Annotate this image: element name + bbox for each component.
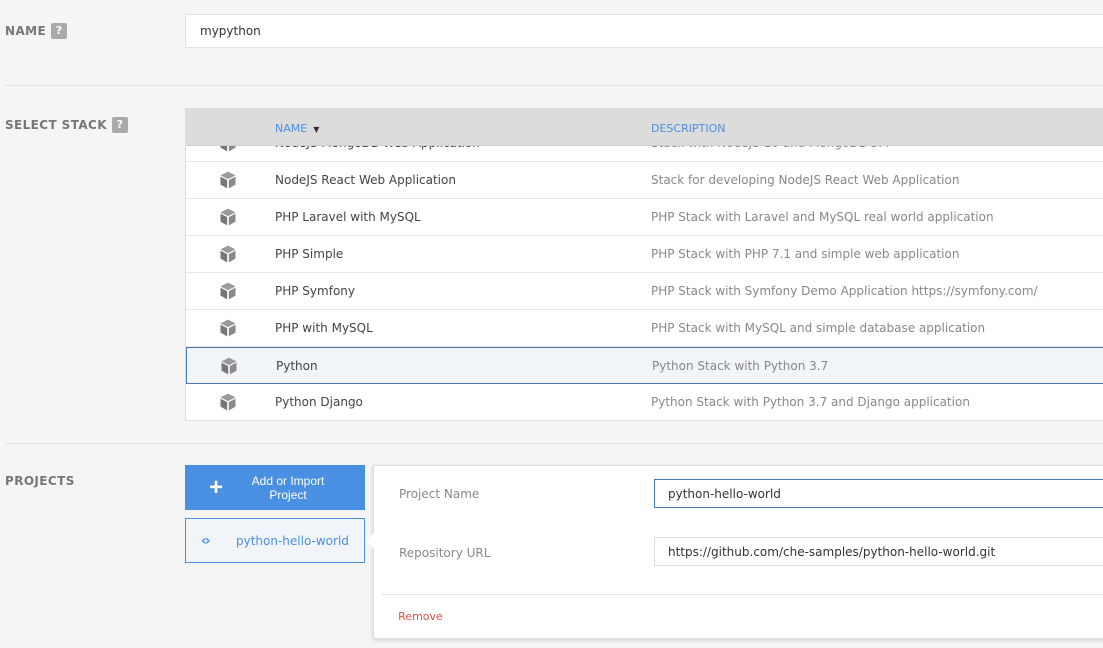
stack-row-name: Python [276, 359, 318, 373]
divider [5, 85, 1103, 86]
remove-project-button[interactable]: Remove [382, 600, 459, 632]
stack-cube-icon [217, 170, 239, 190]
stack-row-description: Python Stack with Python 3.7 and Django … [651, 395, 970, 409]
stack-cube-icon [217, 392, 239, 412]
stack-cube-icon [217, 281, 239, 301]
project-item-python-hello-world[interactable]: ‹› python-hello-world [185, 518, 365, 563]
divider [382, 594, 1103, 595]
name-label-text: NAME [5, 24, 47, 38]
project-name-input[interactable] [654, 479, 1103, 508]
code-icon: ‹› [201, 532, 211, 549]
select-stack-label-text: SELECT STACK [5, 118, 107, 132]
stack-row[interactable]: NodeJS React Web Application Stack for de… [186, 162, 1103, 199]
stack-row-description: Python Stack with Python 3.7 [652, 359, 829, 373]
column-header-name-label: NAME [275, 122, 308, 135]
stack-row-description: PHP Stack with Laravel and MySQL real wo… [651, 210, 994, 224]
stack-row-name: PHP Simple [275, 247, 344, 261]
stack-cube-icon [217, 318, 239, 338]
column-header-description[interactable]: DESCRIPTION [651, 122, 725, 135]
stack-cube-icon [217, 244, 239, 264]
select-stack-section-label: SELECT STACK ? [5, 117, 128, 133]
stack-row[interactable]: Python Python Stack with Python 3.7 [186, 347, 1103, 384]
help-icon[interactable]: ? [51, 23, 68, 39]
add-import-project-label-line1: Add or Import [251, 473, 325, 488]
stack-table: NAME ▼ DESCRIPTION NodeJS MongoDB Web App… [185, 108, 1103, 421]
stack-row[interactable]: PHP with MySQL PHP Stack with MySQL and s… [186, 310, 1103, 347]
project-item-label: python-hello-world [236, 533, 349, 548]
stack-row[interactable]: Python Django Python Stack with Python 3.… [186, 384, 1103, 420]
stack-row-name: PHP with MySQL [275, 321, 373, 335]
stack-row-name: Python Django [275, 395, 363, 409]
stack-row-name: PHP Symfony [275, 284, 355, 298]
add-import-project-button[interactable]: + Add or Import Project [185, 465, 365, 510]
sort-desc-icon: ▼ [313, 124, 320, 134]
stack-row[interactable]: PHP Simple PHP Stack with PHP 7.1 and sim… [186, 236, 1103, 273]
project-details-panel: Project Name Repository URL Remove [373, 465, 1103, 639]
add-import-project-label-line2: Project [269, 487, 307, 502]
projects-label-text: PROJECTS [5, 474, 75, 488]
stack-row-description: PHP Stack with Symfony Demo Application … [651, 284, 1038, 298]
name-section-label: NAME ? [5, 23, 68, 39]
add-import-project-label: Add or Import Project [225, 474, 359, 502]
stack-row[interactable]: PHP Symfony PHP Stack with Symfony Demo A… [186, 273, 1103, 310]
stack-cube-icon [218, 356, 240, 376]
project-name-label: Project Name [399, 487, 480, 501]
workspace-name-input[interactable] [185, 14, 1103, 48]
stack-cube-icon [217, 207, 239, 227]
repository-url-input[interactable] [654, 537, 1103, 566]
projects-section-label: PROJECTS [5, 474, 75, 488]
stack-table-header: NAME ▼ DESCRIPTION [186, 109, 1103, 146]
plus-icon: + [208, 473, 223, 501]
stack-row-name: NodeJS React Web Application [275, 173, 456, 187]
stack-row-description: PHP Stack with MySQL and simple database… [651, 321, 986, 335]
column-header-name[interactable]: NAME ▼ [275, 122, 319, 135]
stack-row-name: PHP Laravel with MySQL [275, 210, 421, 224]
stack-row[interactable]: PHP Laravel with MySQL PHP Stack with Lar… [186, 199, 1103, 236]
help-icon[interactable]: ? [111, 117, 128, 133]
stack-row-description: PHP Stack with PHP 7.1 and simple web ap… [651, 247, 960, 261]
repository-url-label: Repository URL [399, 546, 491, 560]
divider [5, 443, 1103, 444]
detail-panel-pointer [366, 533, 374, 549]
stack-rows: NodeJS MongoDB Web ApplicationStack with… [186, 125, 1103, 420]
stack-row-description: Stack for developing NodeJS React Web Ap… [651, 173, 960, 187]
